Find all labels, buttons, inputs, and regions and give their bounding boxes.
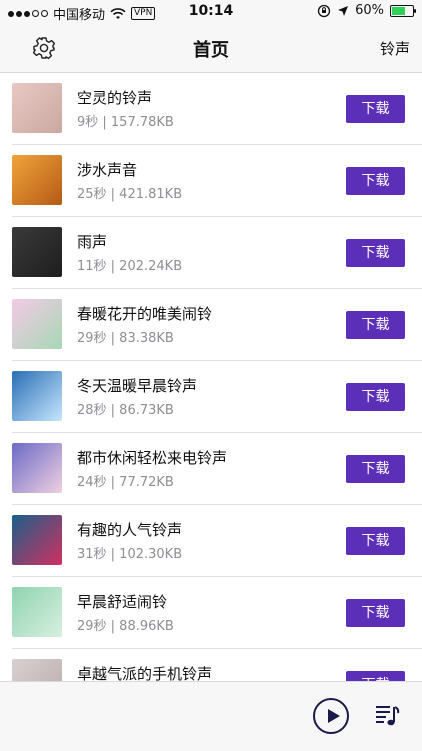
download-button[interactable]: 下载 — [346, 527, 405, 555]
ringtone-thumbnail — [12, 443, 62, 493]
ringtone-thumbnail — [12, 83, 62, 133]
download-button[interactable]: 下载 — [346, 95, 405, 123]
ringtone-name: 卓越气派的手机铃声 — [77, 665, 213, 681]
list-item[interactable]: 冬天温暖早晨铃声 28秒 | 86.73KB 下载 — [0, 361, 422, 433]
download-button[interactable]: 下载 — [346, 383, 405, 411]
ringtone-thumbnail — [12, 587, 62, 637]
status-right: 60% — [317, 3, 416, 18]
play-circle-icon[interactable] — [313, 698, 349, 734]
ringtone-meta: 28秒 | 86.73KB — [77, 403, 174, 418]
ringtone-meta: 11秒 | 202.24KB — [77, 259, 183, 274]
download-button[interactable]: 下载 — [346, 455, 405, 483]
download-button[interactable]: 下载 — [346, 239, 405, 267]
ringtone-meta: 9秒 | 157.78KB — [77, 115, 174, 130]
ringtone-meta: 25秒 | 421.81KB — [77, 187, 183, 202]
download-button[interactable]: 下载 — [346, 167, 405, 195]
ringtone-name: 春暖花开的唯美闹铃 — [77, 305, 213, 323]
battery-icon — [390, 4, 416, 17]
ringtone-thumbnail — [12, 155, 62, 205]
ringtone-name: 冬天温暖早晨铃声 — [77, 377, 198, 395]
ringtone-name: 空灵的铃声 — [77, 89, 153, 107]
battery-percent: 60% — [355, 3, 384, 18]
list-item[interactable]: 春暖花开的唯美闹铃 29秒 | 83.38KB 下载 — [0, 289, 422, 361]
ringtone-meta: 29秒 | 88.96KB — [77, 619, 174, 634]
ringtone-name: 涉水声音 — [77, 161, 138, 179]
ringtone-list: 空灵的铃声 9秒 | 157.78KB 下载 涉水声音 25秒 | 421.81KB 下载… — [0, 73, 422, 681]
status-bar: 中国移动 VPN 10:14 60% — [0, 0, 422, 24]
ringtone-name: 早晨舒适闹铃 — [77, 593, 168, 611]
ringtone-thumbnail — [12, 515, 62, 565]
list-item[interactable]: 涉水声音 25秒 | 421.81KB 下载 — [0, 145, 422, 217]
ringtone-meta: 29秒 | 83.38KB — [77, 331, 174, 346]
ringtone-thumbnail — [12, 371, 62, 421]
ringtone-button[interactable]: 铃声 — [380, 38, 410, 59]
download-button[interactable]: 下载 — [346, 671, 405, 681]
bottom-player-bar — [0, 681, 422, 751]
list-item[interactable]: 卓越气派的手机铃声 下载 — [0, 649, 422, 681]
list-item[interactable]: 都市休闲轻松来电铃声 24秒 | 77.72KB 下载 — [0, 433, 422, 505]
list-item[interactable]: 早晨舒适闹铃 29秒 | 88.96KB 下载 — [0, 577, 422, 649]
ringtone-thumbnail — [12, 299, 62, 349]
list-item[interactable]: 雨声 11秒 | 202.24KB 下载 — [0, 217, 422, 289]
ringtone-name: 有趣的人气铃声 — [77, 521, 183, 539]
location-arrow-icon — [338, 5, 349, 16]
ringtone-thumbnail — [12, 227, 62, 277]
ringtone-name: 都市休闲轻松来电铃声 — [77, 449, 228, 467]
music-list-icon[interactable] — [374, 702, 400, 728]
page-title: 首页 — [193, 40, 229, 61]
nav-bar: 首页 铃声 — [0, 24, 422, 73]
download-button[interactable]: 下载 — [346, 311, 405, 339]
download-button[interactable]: 下载 — [346, 599, 405, 627]
ringtone-thumbnail — [12, 659, 62, 681]
list-item[interactable]: 有趣的人气铃声 31秒 | 102.30KB 下载 — [0, 505, 422, 577]
orientation-lock-icon — [317, 4, 331, 17]
list-item[interactable]: 空灵的铃声 9秒 | 157.78KB 下载 — [0, 73, 422, 145]
ringtone-meta: 24秒 | 77.72KB — [77, 475, 174, 490]
ringtone-meta: 31秒 | 102.30KB — [77, 547, 183, 562]
ringtone-name: 雨声 — [77, 233, 108, 251]
